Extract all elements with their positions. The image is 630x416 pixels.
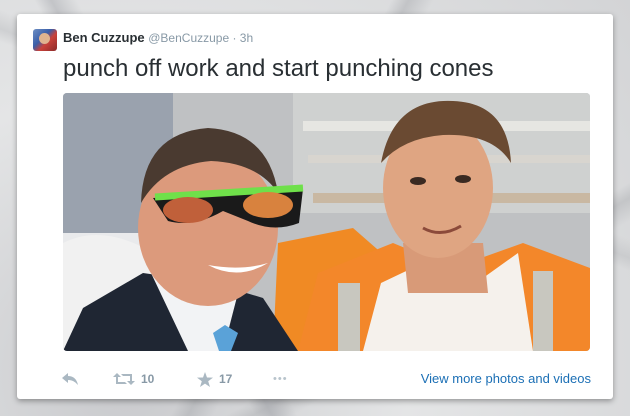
handle-time[interactable]: @BenCuzzupe · 3h (148, 31, 253, 45)
display-name[interactable]: Ben Cuzzupe (63, 30, 145, 45)
tweet-actions: 10 17 ••• View more photos and videos (61, 369, 591, 389)
retweet-count: 10 (141, 372, 155, 386)
tweet-photo[interactable] (63, 93, 590, 351)
reply-action[interactable] (61, 369, 79, 389)
retweet-icon[interactable] (113, 372, 135, 386)
reply-icon[interactable] (61, 372, 79, 386)
view-more-media-link[interactable]: View more photos and videos (421, 371, 591, 386)
favorite-count: 17 (219, 372, 233, 386)
star-icon[interactable] (197, 371, 213, 387)
photo-illustration (63, 93, 590, 351)
retweet-action[interactable]: 10 (113, 369, 154, 389)
tweet-header: Ben Cuzzupe @BenCuzzupe · 3h (63, 30, 253, 46)
more-icon[interactable]: ••• (273, 369, 288, 389)
favorite-action[interactable]: 17 (197, 369, 232, 389)
tweet-text: punch off work and start punching cones (63, 55, 494, 82)
tweet-card: Ben Cuzzupe @BenCuzzupe · 3h punch off w… (17, 14, 613, 399)
avatar[interactable] (33, 29, 57, 51)
